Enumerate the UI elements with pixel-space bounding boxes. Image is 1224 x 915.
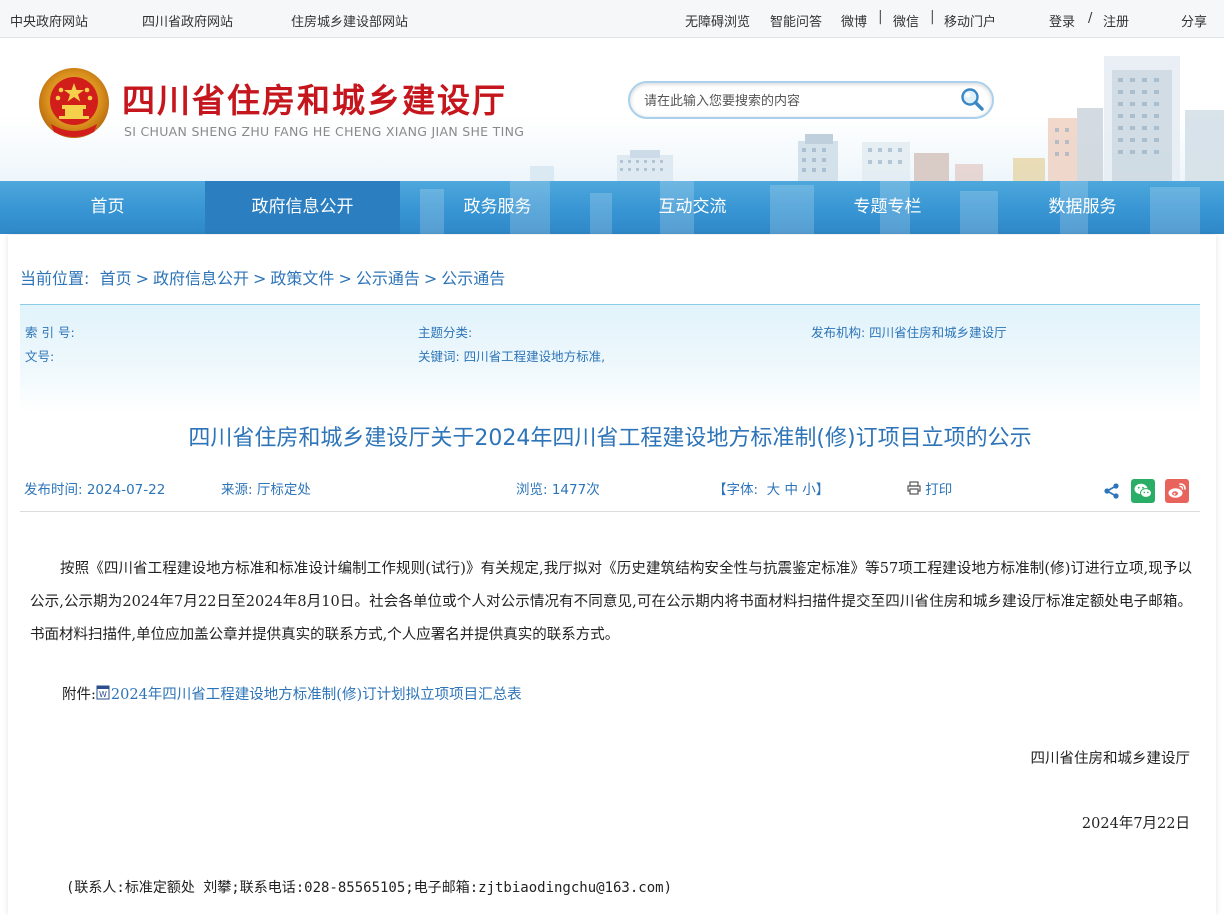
breadcrumb-separator: > [338,269,352,288]
meta-doc-no: 文号: [25,349,55,364]
nav-gov-info-open[interactable]: 政府信息公开 [205,181,400,234]
meta-index-no: 索 引 号: [25,325,75,340]
search-input[interactable] [642,90,956,112]
font-small-button[interactable]: 小 [802,482,816,498]
breadcrumb-notices[interactable]: 公示通告 [356,269,420,288]
link-sichuan-gov[interactable]: 四川省政府网站 [142,11,233,30]
share-link[interactable]: 分享 [1181,11,1207,30]
nav-gov-services[interactable]: 政务服务 [400,181,595,234]
meta-keywords: 关键词: 四川省工程建设地方标准, [418,349,606,364]
top-utility-bar: 中央政府网站 四川省政府网站 住房城乡建设部网站 无障碍浏览 智能问答 微博 |… [0,0,1224,38]
breadcrumb-separator: > [135,269,149,288]
divider [20,511,1200,512]
site-title-pinyin: SI CHUAN SHENG ZHU FANG HE CHENG XIANG J… [124,124,525,139]
document-metadata: 索 引 号: 文号: 主题分类: 关键词: 四川省工程建设地方标准, 发布机构:… [20,304,1200,413]
print-icon [907,481,921,495]
search-box [628,81,994,119]
meta-topic: 主题分类: [418,325,473,340]
login-register-slash: / [1088,11,1093,26]
nav-home[interactable]: 首页 [10,181,205,234]
contact-info: (联系人:标准定额处 刘攀;联系电话:028-85565105;电子邮箱:zjt… [66,880,673,896]
separator: | [878,9,883,25]
breadcrumb: 当前位置: 首页 > 政府信息公开 > 政策文件 > 公示通告 > 公示通告 [20,265,505,289]
weibo-icon[interactable] [1165,479,1189,503]
share-icon[interactable] [1103,482,1121,500]
attachment-label: 附件: [62,687,96,703]
publish-time: 发布时间: 2024-07-22 [24,482,166,498]
link-weibo[interactable]: 微博 [841,11,867,30]
login-link[interactable]: 登录 [1049,11,1075,30]
national-emblem-icon [39,68,109,138]
attachment-link[interactable]: 2024年四川省工程建设地方标准制(修)订计划拟立项项目汇总表 [111,687,522,703]
site-title: 四川省住房和城乡建设厅 [122,81,507,120]
breadcrumb-policy-docs[interactable]: 政策文件 [270,269,334,288]
register-link[interactable]: 注册 [1103,11,1129,30]
site-header: 四川省住房和城乡建设厅 SI CHUAN SHENG ZHU FANG HE C… [0,38,1224,181]
breadcrumb-gov-info[interactable]: 政府信息公开 [153,269,249,288]
font-medium-button[interactable]: 中 [784,482,798,498]
link-mobile[interactable]: 移动门户 [944,11,996,30]
search-icon[interactable] [958,86,986,114]
nav-special-topics[interactable]: 专题专栏 [790,181,985,234]
breadcrumb-notices-current[interactable]: 公示通告 [441,269,505,288]
breadcrumb-home[interactable]: 首页 [100,269,132,288]
breadcrumb-label: 当前位置: [20,269,90,288]
word-doc-icon: W [96,685,110,700]
attachment-line: 附件: W 2024年四川省工程建设地方标准制(修)订计划拟立项项目汇总表 [62,683,522,707]
signature-date: 2024年7月22日 [1081,816,1190,832]
link-wechat[interactable]: 微信 [893,11,919,30]
meta-publisher: 发布机构: 四川省住房和城乡建设厅 [811,325,1007,340]
link-mohurd[interactable]: 住房城乡建设部网站 [291,11,408,30]
nav-interaction[interactable]: 互动交流 [595,181,790,234]
print-button[interactable]: 打印 [907,478,952,498]
link-central-gov[interactable]: 中央政府网站 [10,11,88,30]
signature: 四川省住房和城乡建设厅 [1030,751,1191,767]
breadcrumb-separator: > [253,269,267,288]
link-accessible[interactable]: 无障碍浏览 [685,11,750,30]
link-smart-qa[interactable]: 智能问答 [770,11,822,30]
font-size-controls: 【字体: 大 中 小】 [713,478,829,498]
nav-data-services[interactable]: 数据服务 [985,181,1180,234]
print-label: 打印 [925,482,953,498]
separator: | [930,9,935,25]
font-size-label: 【字体: [713,482,759,498]
font-size-end: 】 [815,482,830,498]
wechat-icon[interactable] [1131,479,1155,503]
article-paragraph: 按照《四川省工程建设地方标准和标准设计编制工作规则(试行)》有关规定,我厅拟对《… [30,561,1192,643]
article-source: 来源: 厅标定处 [221,482,311,498]
breadcrumb-separator: > [423,269,438,288]
svg-text:W: W [99,690,107,699]
article-title: 四川省住房和城乡建设厅关于2024年四川省工程建设地方标准制(修)订项目立项的公… [188,426,1032,451]
main-nav: 首页 政府信息公开 政务服务 互动交流 专题专栏 数据服务 [0,181,1224,234]
font-large-button[interactable]: 大 [767,482,781,498]
view-count: 浏览: 1477次 [516,482,600,498]
